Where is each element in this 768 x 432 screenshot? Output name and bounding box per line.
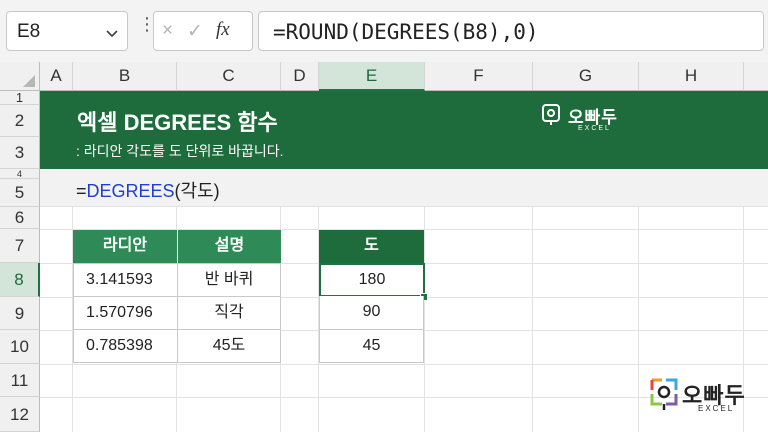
syntax-text: =DEGREES(각도): [76, 177, 220, 203]
table2-header-degree[interactable]: 도: [319, 230, 424, 263]
enter-icon[interactable]: ✓: [187, 20, 203, 43]
table1-desc-cell[interactable]: 45도: [177, 329, 281, 363]
cancel-icon[interactable]: ×: [162, 20, 173, 42]
column-header-b[interactable]: B: [73, 62, 177, 91]
name-box[interactable]: E8: [6, 11, 128, 51]
table1-header-desc[interactable]: 설명: [177, 230, 281, 263]
logo-subtext: EXCEL: [578, 125, 611, 132]
logo-icon: [650, 378, 678, 410]
logo-icon: [542, 104, 560, 125]
table1-header-radian[interactable]: 라디안: [73, 230, 177, 263]
formula-text: =ROUND(DEGREES(B8),0): [273, 20, 539, 44]
row-header-8[interactable]: 8: [0, 263, 40, 297]
formula-input[interactable]: =ROUND(DEGREES(B8),0): [258, 11, 764, 51]
row-header-12[interactable]: 12: [0, 397, 40, 432]
footer-logo: 오빠두 EXCEL: [648, 376, 758, 416]
row-header-11[interactable]: 11: [0, 364, 40, 397]
brand-logo: 오빠두 EXCEL: [540, 103, 630, 133]
banner-title: 엑셀 DEGREES 함수: [77, 110, 278, 135]
syntax-function: DEGREES: [86, 181, 175, 201]
footer-logo-subtext: EXCEL: [698, 404, 735, 413]
table2-degree-cell-selected[interactable]: 180: [319, 263, 425, 297]
table1-desc-cell[interactable]: 반 바퀴: [177, 263, 281, 297]
row-header-4[interactable]: 4: [0, 169, 40, 179]
column-header-h[interactable]: H: [639, 62, 744, 91]
banner-subtitle: : 라디안 각도를 도 단위로 바꿉니다.: [76, 143, 284, 159]
table1-radian-cell[interactable]: 0.785398: [73, 329, 178, 363]
table2-degree-cell[interactable]: 45: [319, 329, 424, 363]
chevron-down-icon[interactable]: [105, 26, 119, 44]
row-header-2[interactable]: 2: [0, 105, 40, 137]
table1-radian-cell[interactable]: 1.570796: [73, 296, 178, 330]
column-header-a[interactable]: A: [40, 62, 73, 91]
table1-radian-cell[interactable]: 3.141593: [73, 263, 178, 297]
row-header-7[interactable]: 7: [0, 229, 40, 263]
table1-desc-cell[interactable]: 직각: [177, 296, 281, 330]
select-all-button[interactable]: [0, 62, 40, 91]
row-header-3[interactable]: 3: [0, 137, 40, 169]
syntax-row: =DEGREES(각도): [40, 169, 768, 206]
row-header-5[interactable]: 5: [0, 179, 40, 207]
row-header-10[interactable]: 10: [0, 330, 40, 364]
name-box-value: E8: [17, 21, 41, 42]
formula-buttons: × ✓ fx: [153, 11, 253, 51]
column-header-e[interactable]: E: [319, 62, 425, 91]
syntax-args: (각도): [174, 181, 220, 201]
column-header-overflow[interactable]: [744, 62, 768, 91]
row-header-6[interactable]: 6: [0, 207, 40, 229]
insert-function-button[interactable]: fx: [216, 19, 230, 41]
formula-toolbar: E8 ⋮ × ✓ fx =ROUND(DEGREES(B8),0): [0, 0, 768, 62]
table2-degree-cell[interactable]: 90: [319, 296, 424, 330]
column-header-d[interactable]: D: [281, 62, 319, 91]
row-header-1[interactable]: 1: [0, 91, 40, 105]
column-header-f[interactable]: F: [425, 62, 533, 91]
title-banner: 엑셀 DEGREES 함수 : 라디안 각도를 도 단위로 바꿉니다. 오빠두 …: [40, 91, 768, 169]
column-header-g[interactable]: G: [533, 62, 639, 91]
column-header-c[interactable]: C: [177, 62, 281, 91]
row-header-9[interactable]: 9: [0, 297, 40, 330]
syntax-equals: =: [76, 181, 87, 201]
